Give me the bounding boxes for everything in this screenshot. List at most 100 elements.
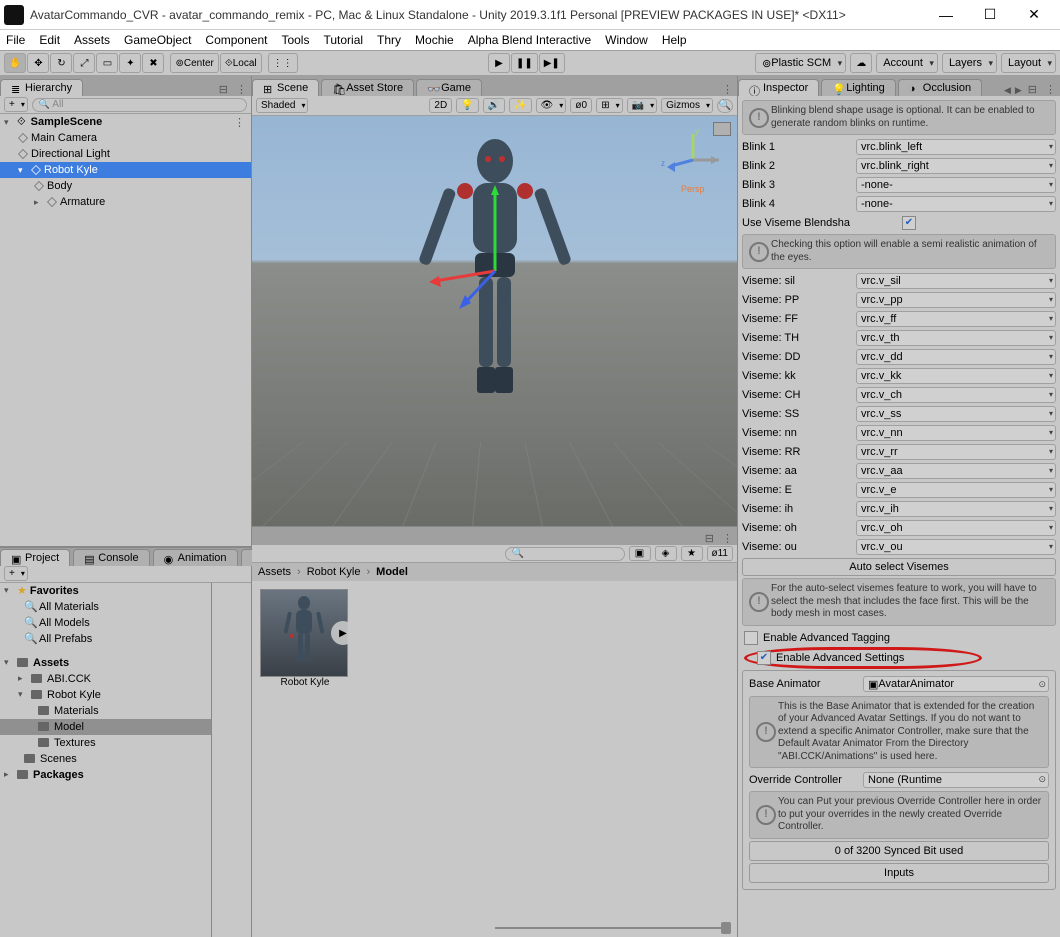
base-animator-field[interactable]: ▣ AvatarAnimator <box>863 676 1049 692</box>
tab-console[interactable]: ▤Console <box>73 549 149 566</box>
hierarchy-item-robot-kyle[interactable]: ▾Robot Kyle <box>0 162 251 178</box>
gizmos-dropdown[interactable]: Gizmos <box>661 98 713 113</box>
hierarchy-item-armature[interactable]: ▸Armature <box>0 194 251 210</box>
rect-tool-icon[interactable]: ▭ <box>96 53 118 73</box>
scale-tool-icon[interactable]: ⤢ <box>73 53 95 73</box>
menu-mochie[interactable]: Mochie <box>415 33 454 47</box>
scene-vis-icon[interactable]: 👁 <box>536 98 567 113</box>
next-icon[interactable]: ▶ <box>1013 85 1024 96</box>
tab-hierarchy[interactable]: ≣Hierarchy <box>0 79 83 96</box>
breadcrumb-assets[interactable]: Assets <box>258 566 291 578</box>
breadcrumb-model[interactable]: Model <box>376 566 408 578</box>
project-create-dropdown[interactable]: + <box>4 566 28 581</box>
scene-menu-icon[interactable]: ⋮ <box>234 116 251 129</box>
thumbnail-size-slider[interactable] <box>252 919 737 937</box>
viseme-ou-dropdown[interactable]: vrc.v_ou <box>856 539 1056 555</box>
viseme-kk-dropdown[interactable]: vrc.v_kk <box>856 368 1056 384</box>
shading-mode-dropdown[interactable]: Shaded <box>256 98 308 113</box>
viseme-sil-dropdown[interactable]: vrc.v_sil <box>856 273 1056 289</box>
filter-type-icon[interactable]: ▣ <box>629 546 651 561</box>
camera-icon[interactable]: 📷 <box>627 98 657 113</box>
menu-edit[interactable]: Edit <box>39 33 60 47</box>
tab-occlusion[interactable]: ◑Occlusion <box>898 79 982 96</box>
audio-icon[interactable]: 🔊 <box>483 98 505 113</box>
panel-lock-icon[interactable]: ⊟ <box>215 83 232 96</box>
viseme-th-dropdown[interactable]: vrc.v_th <box>856 330 1056 346</box>
space-toggle[interactable]: ⟐Local <box>220 53 262 73</box>
pivot-toggle[interactable]: ⊚Center <box>170 53 218 73</box>
play-button[interactable]: ▶ <box>488 53 510 73</box>
hierarchy-item-directional-light[interactable]: Directional Light <box>0 146 251 162</box>
folder-abi-cck[interactable]: ▸ABI.CCK <box>0 671 211 687</box>
tab-project[interactable]: ▣Project <box>0 549 70 566</box>
panel-lock-icon[interactable]: ⊟ <box>1024 83 1041 96</box>
step-button[interactable]: ▶❚ <box>539 53 565 73</box>
pause-button[interactable]: ❚❚ <box>511 53 538 73</box>
transform-tool-icon[interactable]: ✦ <box>119 53 141 73</box>
folder-textures[interactable]: Textures <box>0 735 211 751</box>
menu-gameobject[interactable]: GameObject <box>124 33 191 47</box>
prev-icon[interactable]: ◀ <box>1002 85 1013 96</box>
snap-toggle-icon[interactable]: ⋮⋮ <box>268 53 298 73</box>
filter-fav-icon[interactable]: ★ <box>681 546 703 561</box>
scene-search-icon[interactable]: 🔍 <box>717 99 733 113</box>
favorite-all-models[interactable]: 🔍All Models <box>0 615 211 631</box>
viseme-ih-dropdown[interactable]: vrc.v_ih <box>856 501 1056 517</box>
override-controller-field[interactable]: None (Runtime <box>863 772 1049 788</box>
blink4-dropdown[interactable]: -none- <box>856 196 1056 212</box>
menu-abi[interactable]: Alpha Blend Interactive <box>468 33 591 47</box>
assets-header[interactable]: ▾Assets <box>0 655 211 671</box>
asset-item-robot-kyle[interactable]: ▶ Robot Kyle <box>260 589 350 688</box>
custom-tool-icon[interactable]: ✖ <box>142 53 164 73</box>
panel-menu-icon[interactable]: ⋮ <box>718 532 737 545</box>
blink1-dropdown[interactable]: vrc.blink_left <box>856 139 1056 155</box>
folder-robot-kyle[interactable]: ▾Robot Kyle <box>0 687 211 703</box>
breadcrumb-robot-kyle[interactable]: Robot Kyle <box>307 566 361 578</box>
hierarchy-item-main-camera[interactable]: Main Camera <box>0 130 251 146</box>
synced-bits-button[interactable]: 0 of 3200 Synced Bit used <box>749 841 1049 861</box>
viseme-ff-dropdown[interactable]: vrc.v_ff <box>856 311 1056 327</box>
viseme-dd-dropdown[interactable]: vrc.v_dd <box>856 349 1056 365</box>
panel-menu-icon[interactable]: ⋮ <box>718 83 737 96</box>
vcs-dropdown[interactable]: ⊚Plastic SCM <box>755 53 846 73</box>
viseme-ss-dropdown[interactable]: vrc.v_ss <box>856 406 1056 422</box>
maximize-button[interactable]: ☐ <box>968 1 1012 29</box>
viseme-ch-dropdown[interactable]: vrc.v_ch <box>856 387 1056 403</box>
2d-toggle[interactable]: 2D <box>429 98 452 113</box>
packages-header[interactable]: ▸Packages <box>0 767 211 783</box>
close-button[interactable]: ✕ <box>1012 1 1056 29</box>
tab-game[interactable]: 👓Game <box>416 79 482 96</box>
tab-lighting[interactable]: 💡Lighting <box>821 79 896 96</box>
tab-inspector[interactable]: ⓘInspector <box>738 79 819 96</box>
panel-menu-icon[interactable]: ⋮ <box>232 83 251 96</box>
hidden-items-icon[interactable]: ø11 <box>707 546 734 561</box>
viseme-aa-dropdown[interactable]: vrc.v_aa <box>856 463 1056 479</box>
tab-scene[interactable]: ⊞Scene <box>252 79 319 96</box>
panel-menu-icon[interactable]: ⋮ <box>1041 83 1060 96</box>
play-icon[interactable]: ▶ <box>331 621 355 645</box>
menu-assets[interactable]: Assets <box>74 33 110 47</box>
menu-file[interactable]: File <box>6 33 25 47</box>
hidden-count[interactable]: ø0 <box>570 98 592 113</box>
menu-tutorial[interactable]: Tutorial <box>323 33 363 47</box>
cloud-button-icon[interactable]: ☁ <box>850 53 872 73</box>
hand-tool-icon[interactable]: ✋ <box>4 53 26 73</box>
lighting-icon[interactable]: 💡 <box>456 98 478 113</box>
folder-materials[interactable]: Materials <box>0 703 211 719</box>
favorite-all-materials[interactable]: 🔍All Materials <box>0 599 211 615</box>
blink3-dropdown[interactable]: -none- <box>856 177 1056 193</box>
menu-tools[interactable]: Tools <box>281 33 309 47</box>
hierarchy-item-body[interactable]: Body <box>0 178 251 194</box>
scene-viewport[interactable]: y z Persp <box>252 116 737 526</box>
viseme-e-dropdown[interactable]: vrc.v_e <box>856 482 1056 498</box>
menu-component[interactable]: Component <box>205 33 267 47</box>
enable-advanced-checkbox[interactable]: ✔ <box>757 651 771 665</box>
account-dropdown[interactable]: Account <box>876 53 938 73</box>
project-search-input[interactable]: 🔍 <box>505 547 625 561</box>
grid-icon[interactable]: ⊞ <box>596 98 622 113</box>
fx-icon[interactable]: ✨ <box>509 98 531 113</box>
tab-asset-store[interactable]: 🛍Asset Store <box>321 79 414 96</box>
blink2-dropdown[interactable]: vrc.blink_right <box>856 158 1056 174</box>
folder-scenes[interactable]: Scenes <box>0 751 211 767</box>
hierarchy-search-input[interactable]: 🔍 All <box>32 98 247 112</box>
